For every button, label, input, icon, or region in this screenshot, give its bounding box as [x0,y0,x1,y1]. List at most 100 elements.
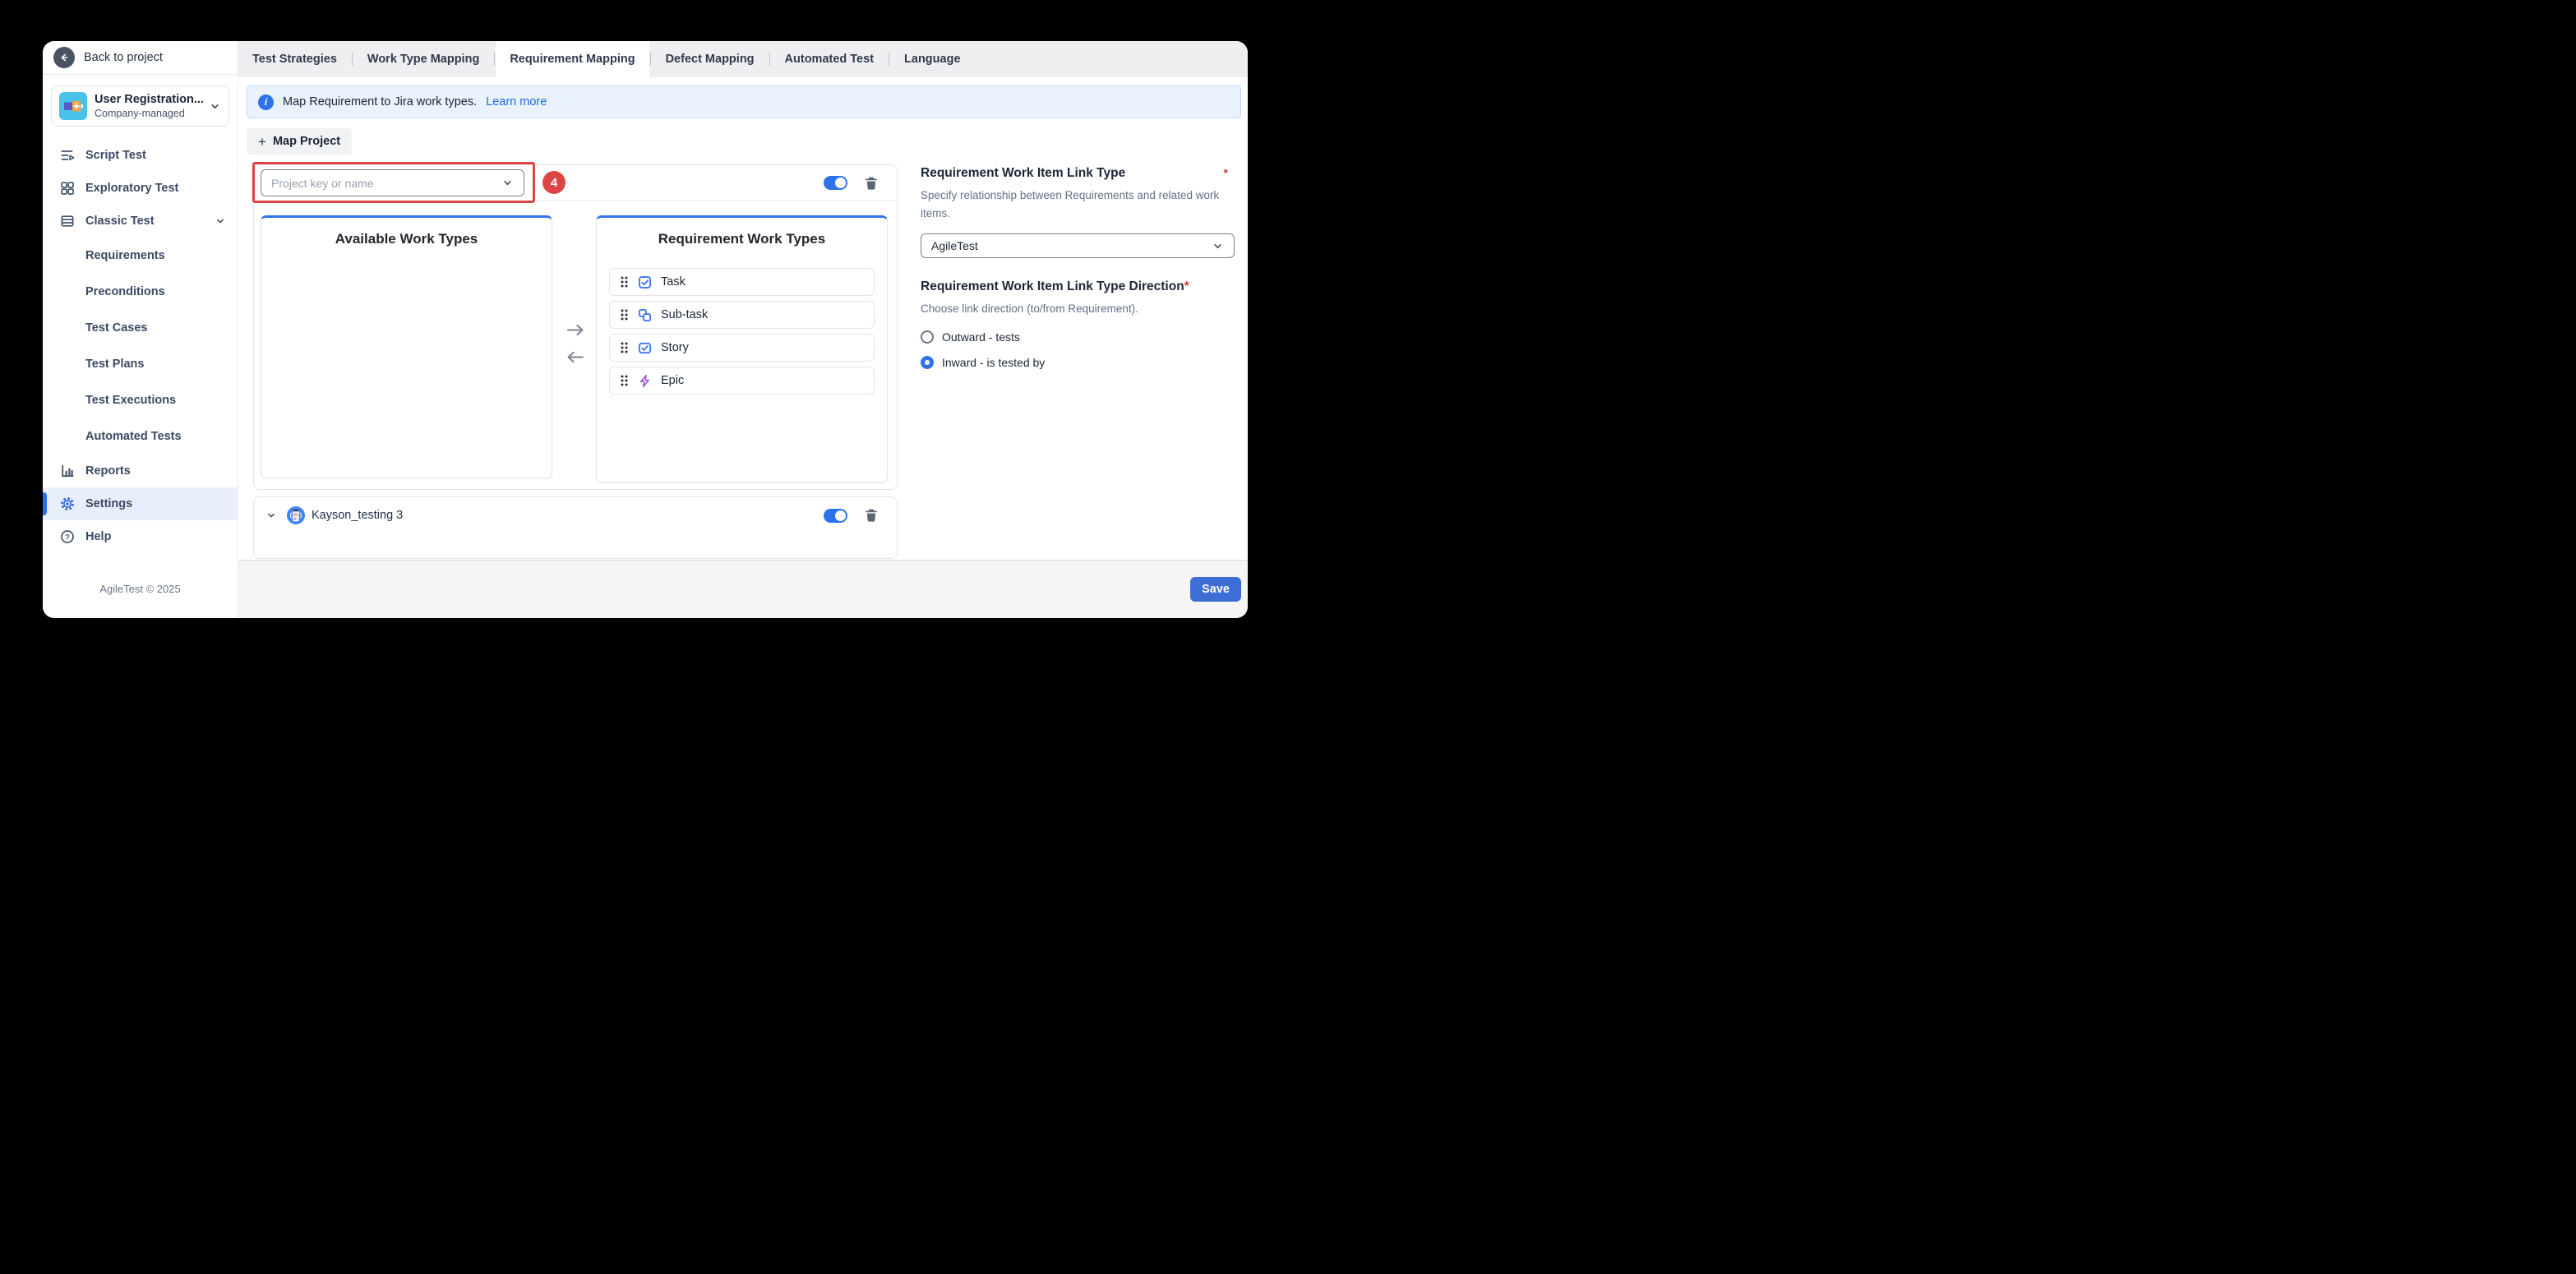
project-switcher[interactable]: User Registration... Company-managed [51,85,229,127]
sidebar-item-settings[interactable]: Settings [43,487,238,520]
script-test-icon [60,148,75,163]
sidebar-item-test-plans[interactable]: Test Plans [43,346,238,382]
tab-separator [769,53,770,66]
sidebar-subitem-label: Test Plans [85,358,144,371]
work-type-label: Epic [661,374,684,387]
sidebar-item-automated-tests[interactable]: Automated Tests [43,418,238,455]
reports-icon [60,464,75,478]
sidebar-item-label: Reports [85,464,226,478]
radio-outward-tests[interactable]: Outward - tests [921,330,1235,344]
work-type-panels: Available Work Types Requirement Work [254,201,897,490]
link-type-select[interactable]: AgileTest [921,233,1235,258]
sidebar-item-script-test[interactable]: Script Test [43,139,238,172]
save-button[interactable]: Save [1190,577,1241,602]
learn-more-link[interactable]: Learn more [486,95,547,108]
work-type-label: Sub-task [661,308,708,321]
mapping-card-controls [824,176,879,191]
chevron-down-icon[interactable] [265,510,277,521]
arrow-right-icon[interactable] [566,323,585,337]
tab-test-strategies[interactable]: Test Strategies [238,41,351,77]
plus-icon: + [258,135,266,149]
sidebar-item-requirements[interactable]: Requirements [43,238,238,274]
arrow-left-icon[interactable] [566,350,585,364]
back-to-project-button[interactable]: Back to project [43,41,238,75]
drag-handle-icon[interactable] [620,341,629,354]
story-icon [638,341,652,355]
tab-label: Defect Mapping [666,53,755,66]
link-type-selected-value: AgileTest [931,239,1212,252]
chevron-down-icon [501,177,514,189]
sidebar-item-exploratory-test[interactable]: Exploratory Test [43,172,238,205]
classic-test-icon [60,214,75,228]
link-type-title-text: Requirement Work Item Link Type [921,166,1125,180]
work-type-item-task[interactable]: Task [609,268,875,296]
tab-language[interactable]: Language [890,41,974,77]
project-avatar-icon [59,92,87,120]
sidebar-item-help[interactable]: ? Help [43,520,238,553]
sidebar: Back to project User Registration... Com… [43,41,238,618]
chevron-down-icon [215,215,226,227]
back-to-project-label: Back to project [84,51,163,64]
radio-selected-icon[interactable] [921,356,934,369]
epic-icon [638,374,652,388]
sidebar-nav: Script Test Exploratory Test Classic Tes… [43,127,238,553]
sidebar-item-test-cases[interactable]: Test Cases [43,310,238,346]
requirement-panel-title: Requirement Work Types [597,231,887,247]
tab-defect-mapping[interactable]: Defect Mapping [652,41,769,77]
tab-automated-test[interactable]: Automated Test [771,41,889,77]
enable-mapping-toggle[interactable] [824,509,847,523]
available-work-types-panel: Available Work Types [261,215,552,478]
radio-label: Inward - is tested by [942,356,1045,369]
tab-bar: Test Strategies Work Type Mapping Requir… [238,41,1248,77]
sidebar-item-label: Classic Test [85,215,204,228]
tab-requirement-mapping[interactable]: Requirement Mapping [496,41,649,77]
drag-handle-icon[interactable] [620,374,629,387]
direction-title-text: Requirement Work Item Link Type Directio… [921,279,1184,293]
drag-handle-icon[interactable] [620,275,629,288]
help-icon: ? [60,529,75,544]
drag-handle-icon[interactable] [620,308,629,321]
sidebar-item-preconditions[interactable]: Preconditions [43,274,238,310]
project-type: Company-managed [95,108,201,119]
required-asterisk: * [1184,279,1189,293]
radio-inward-is-tested-by[interactable]: Inward - is tested by [921,356,1235,369]
project-key-placeholder: Project key or name [271,177,501,190]
work-type-list: Task Sub-task [597,268,887,395]
project-mapping-card: Project key or name [253,164,898,490]
sidebar-item-test-executions[interactable]: Test Executions [43,382,238,418]
project-key-select[interactable]: Project key or name [261,169,524,196]
screen-background: Back to project User Registration... Com… [0,0,1288,637]
main-area: Test Strategies Work Type Mapping Requir… [238,41,1248,618]
trash-icon[interactable] [864,176,879,191]
available-panel-title: Available Work Types [261,231,552,247]
enable-mapping-toggle[interactable] [824,176,847,190]
radio-unselected-icon[interactable] [921,330,934,344]
sidebar-subitem-label: Test Executions [85,394,176,407]
active-indicator [43,492,47,515]
sidebar-subitem-label: Test Cases [85,321,148,335]
svg-text:?: ? [65,533,70,542]
work-type-label: Story [661,341,689,354]
work-type-label: Task [661,275,686,288]
project-name: User Registration... [95,93,201,106]
subtask-icon [638,308,652,322]
collapsed-project-card: Kayson_testing 3 [253,496,898,559]
work-type-item-epic[interactable]: Epic [609,367,875,395]
tab-work-type-mapping[interactable]: Work Type Mapping [353,41,493,77]
link-type-title: Requirement Work Item Link Type * [921,166,1235,181]
collapsed-card-controls [824,508,879,523]
trash-icon[interactable] [864,508,879,523]
footer-bar: Save [238,560,1248,618]
work-type-item-subtask[interactable]: Sub-task [609,301,875,329]
sidebar-item-classic-test[interactable]: Classic Test [43,205,238,238]
work-type-item-story[interactable]: Story [609,334,875,362]
sidebar-subitem-label: Preconditions [85,285,165,298]
map-project-button[interactable]: + Map Project [247,128,352,155]
link-type-description: Specify relationship between Requirement… [921,187,1235,223]
map-project-label: Map Project [273,135,340,148]
sidebar-item-reports[interactable]: Reports [43,455,238,487]
info-icon: i [258,95,274,110]
sidebar-subitem-label: Automated Tests [85,430,182,443]
task-icon [638,275,652,289]
direction-title: Requirement Work Item Link Type Directio… [921,279,1235,294]
